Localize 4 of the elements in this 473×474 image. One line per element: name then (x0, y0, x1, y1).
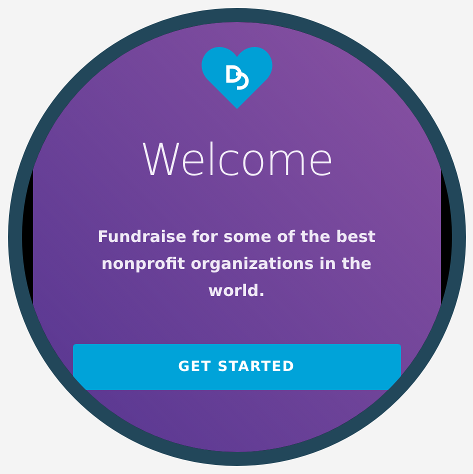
get-started-button[interactable]: GET STARTED (72, 344, 400, 390)
welcome-message: Fundraise for some of the best nonprofit organizations in the world. (96, 226, 376, 302)
heart-logo-icon (200, 47, 272, 109)
welcome-title: Welcome (140, 139, 334, 183)
